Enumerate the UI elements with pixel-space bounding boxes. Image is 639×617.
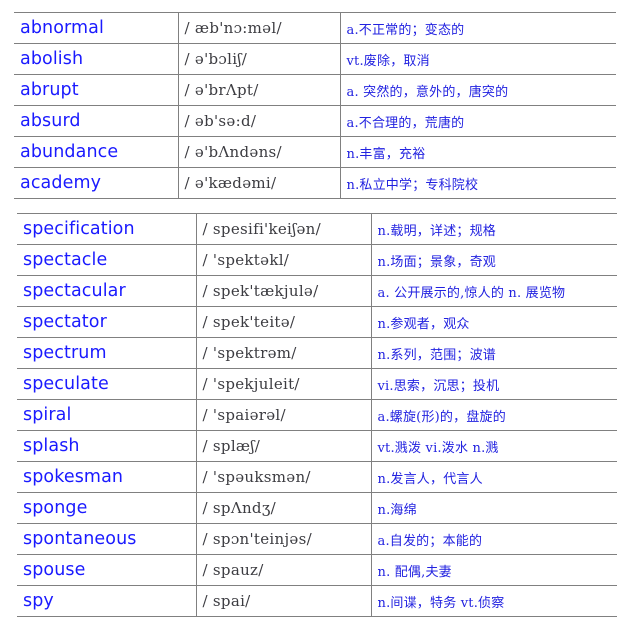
table-row: abrupt / ə'brΛpt/a. 突然的，意外的，唐突的	[14, 74, 616, 106]
phonetic-cell: / spek'teitə/	[195, 306, 371, 338]
definition-cell: n. 配偶,夫妻	[370, 554, 617, 586]
phonetic-cell: / spek'tækjulə/	[195, 275, 371, 307]
definition-cell: a. 公开展示的,惊人的 n. 展览物	[370, 275, 617, 307]
phonetic-cell: / spΛndʒ/	[195, 492, 371, 524]
definition-cell: vt.废除，取消	[339, 43, 616, 75]
phonetic-cell: / ə'bΛndəns/	[177, 136, 340, 168]
table-row: absurd / əb'sə:d/a.不合理的，荒唐的	[14, 105, 616, 137]
definition-cell: n.间谍，特务 vt.侦察	[370, 585, 617, 617]
word-cell: abundance	[14, 136, 178, 168]
phonetic-cell: / 'spekjuleit/	[195, 368, 371, 400]
definition-cell: a.自发的；本能的	[370, 523, 617, 555]
word-cell: abnormal	[14, 12, 178, 44]
definition-cell: vi.思索，沉思；投机	[370, 368, 617, 400]
definition-cell: n.场面；景象，奇观	[370, 244, 617, 276]
phonetic-cell: / ə'kædəmi/	[177, 167, 340, 199]
definition-cell: n.丰富，充裕	[339, 136, 616, 168]
table-row: spectacular / spek'tækjulə/a. 公开展示的,惊人的 n…	[17, 275, 617, 307]
table-row: sponge / spΛndʒ/n.海绵	[17, 492, 617, 524]
definition-cell: a. 突然的，意外的，唐突的	[339, 74, 616, 106]
phonetic-cell: / spauz/	[195, 554, 371, 586]
definition-cell: n.私立中学；专科院校	[339, 167, 616, 199]
phonetic-cell: / splæʃ/	[195, 430, 371, 462]
table-row: spokesman / 'spəuksmən/n.发言人，代言人	[17, 461, 617, 493]
table-row: speculate / 'spekjuleit/vi.思索，沉思；投机	[17, 368, 617, 400]
definition-cell: a.不合理的，荒唐的	[339, 105, 616, 137]
definition-cell: vt.溅泼 vi.泼水 n.溅	[370, 430, 617, 462]
definition-cell: n.系列，范围；波谱	[370, 337, 617, 369]
phonetic-cell: / 'spektəkl/	[195, 244, 371, 276]
phonetic-cell: / əb'sə:d/	[177, 105, 340, 137]
word-cell: spontaneous	[17, 523, 196, 555]
word-cell: absurd	[14, 105, 178, 137]
word-cell: sponge	[17, 492, 196, 524]
word-cell: spokesman	[17, 461, 196, 493]
word-cell: spectator	[17, 306, 196, 338]
phonetic-cell: / æb'nɔ:məl/	[177, 12, 340, 44]
table-row: abolish / ə'bɔliʃ/vt.废除，取消	[14, 43, 616, 75]
word-cell: splash	[17, 430, 196, 462]
definition-cell: n.参观者，观众	[370, 306, 617, 338]
word-cell: abrupt	[14, 74, 178, 106]
definition-cell: n.发言人，代言人	[370, 461, 617, 493]
word-cell: spectrum	[17, 337, 196, 369]
table-row: spectacle / 'spektəkl/n.场面；景象，奇观	[17, 244, 617, 276]
word-cell: spectacle	[17, 244, 196, 276]
word-cell: specification	[17, 213, 196, 245]
word-cell: academy	[14, 167, 178, 199]
word-cell: spy	[17, 585, 196, 617]
word-cell: speculate	[17, 368, 196, 400]
table-row: splash / splæʃ/vt.溅泼 vi.泼水 n.溅	[17, 430, 617, 462]
word-cell: spouse	[17, 554, 196, 586]
table-row: spouse / spauz/n. 配偶,夫妻	[17, 554, 617, 586]
table-row: spectrum / 'spektrəm/n.系列，范围；波谱	[17, 337, 617, 369]
table-row: abnormal / æb'nɔ:məl/a.不正常的；变态的	[14, 12, 616, 44]
phonetic-cell: / spai/	[195, 585, 371, 617]
table-row: spectator / spek'teitə/n.参观者，观众	[17, 306, 617, 338]
table-row: spy / spai/n.间谍，特务 vt.侦察	[17, 585, 617, 617]
phonetic-cell: / 'spektrəm/	[195, 337, 371, 369]
phonetic-cell: / 'spaiərəl/	[195, 399, 371, 431]
phonetic-cell: / ə'bɔliʃ/	[177, 43, 340, 75]
table-a-body: abnormal / æb'nɔ:məl/a.不正常的；变态的 abolish / ə…	[14, 12, 616, 199]
phonetic-cell: / ə'brΛpt/	[177, 74, 340, 106]
word-cell: spiral	[17, 399, 196, 431]
vocabulary-table-a: abnormal / æb'nɔ:məl/a.不正常的；变态的 abolish / ə…	[14, 12, 616, 199]
table-row: abundance / ə'bΛndəns/n.丰富，充裕	[14, 136, 616, 168]
word-cell: abolish	[14, 43, 178, 75]
table-row: spontaneous / spɔn'teinjəs/a.自发的；本能的	[17, 523, 617, 555]
definition-cell: n.载明，详述；规格	[370, 213, 617, 245]
table-s-body: specification / spesifi'keiʃən/n.载明，详述；规格…	[17, 213, 617, 617]
table-row: academy / ə'kædəmi/n.私立中学；专科院校	[14, 167, 616, 199]
vocabulary-table-s: specification / spesifi'keiʃən/n.载明，详述；规格…	[17, 213, 617, 617]
table-row: spiral / 'spaiərəl/a.螺旋(形)的，盘旋的	[17, 399, 617, 431]
phonetic-cell: / spesifi'keiʃən/	[195, 213, 371, 245]
definition-cell: a.螺旋(形)的，盘旋的	[370, 399, 617, 431]
table-row: specification / spesifi'keiʃən/n.载明，详述；规格	[17, 213, 617, 245]
definition-cell: a.不正常的；变态的	[339, 12, 616, 44]
phonetic-cell: / spɔn'teinjəs/	[195, 523, 371, 555]
phonetic-cell: / 'spəuksmən/	[195, 461, 371, 493]
definition-cell: n.海绵	[370, 492, 617, 524]
word-cell: spectacular	[17, 275, 196, 307]
